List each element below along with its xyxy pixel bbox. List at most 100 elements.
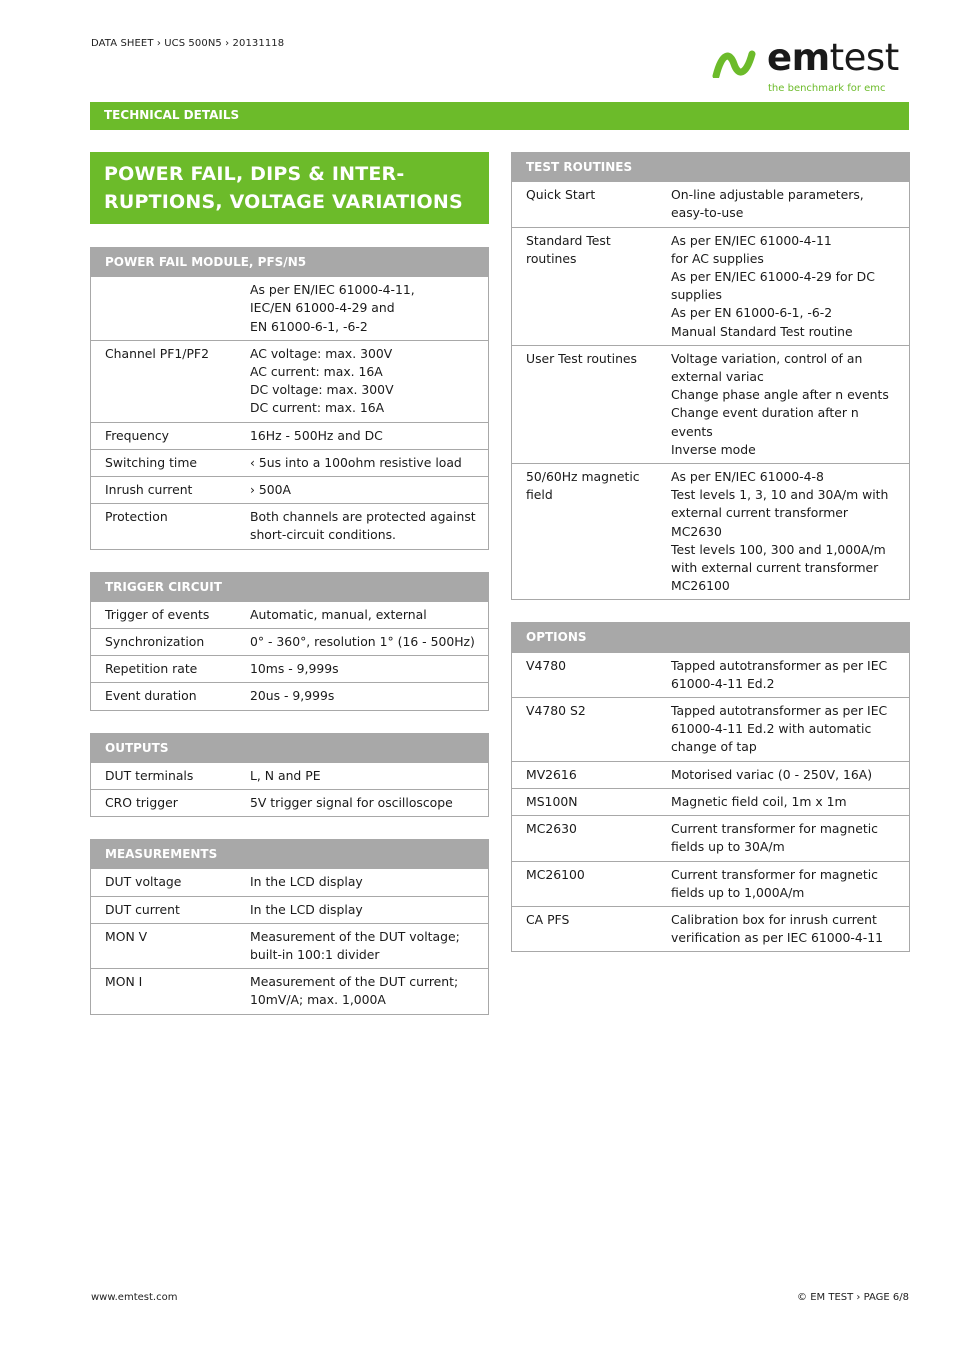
left-column: POWER FAIL MODULE, PFS/N5 As per EN/IEC 6… bbox=[90, 246, 489, 1015]
row-label: Channel PF1/PF2 bbox=[90, 339, 236, 423]
row-label: Event duration bbox=[90, 682, 236, 711]
spec-table-outputs: OUTPUTS DUT terminals L, N and PE CRO trigg… bbox=[90, 732, 489, 818]
logo-wordmark: emtest bbox=[767, 36, 899, 79]
row-label: V4780 bbox=[511, 651, 657, 699]
row-label: MV2616 bbox=[511, 760, 657, 789]
table-row: Standard Test routines As per EN/IEC 6100… bbox=[511, 226, 910, 346]
row-label: DUT current bbox=[90, 895, 236, 924]
row-value: L, N and PE bbox=[236, 761, 489, 791]
row-label: MON V bbox=[90, 922, 236, 970]
logo-tagline: the benchmark for emc bbox=[768, 83, 886, 94]
row-label: CA PFS bbox=[511, 905, 657, 953]
page-title: POWER FAIL, DIPS & INTER- RUPTIONS, VOLT… bbox=[104, 163, 463, 213]
table-row: DUT voltage In the LCD display bbox=[90, 868, 489, 897]
row-value: Magnetic field coil, 1m x 1m bbox=[657, 787, 910, 817]
table-heading: OUTPUTS bbox=[90, 732, 489, 763]
row-label: Frequency bbox=[90, 421, 236, 450]
row-label: MS100N bbox=[511, 787, 657, 817]
footer-page-info: © EM TEST › PAGE 6/8 bbox=[797, 1292, 909, 1303]
row-value: In the LCD display bbox=[236, 895, 489, 924]
row-value: AC voltage: max. 300V AC current: max. 1… bbox=[236, 339, 489, 423]
table-row: V4780 Tapped autotransformer as per IEC 6… bbox=[511, 651, 910, 699]
row-value: Voltage variation, control of an externa… bbox=[657, 344, 910, 465]
table-row: Synchronization 0° - 360°, resolution 1° … bbox=[90, 628, 489, 657]
spec-table-measurements: MEASUREMENTS DUT voltage In the LCD displa… bbox=[90, 839, 489, 1015]
row-value: Measurement of the DUT voltage; built-in… bbox=[236, 922, 489, 970]
emtest-logo: emtest the benchmark for emc bbox=[712, 38, 912, 100]
row-value: ‹ 5us into a 100ohm resistive load bbox=[236, 448, 489, 478]
footer-website: www.emtest.com bbox=[91, 1292, 178, 1303]
row-label: 50/60Hz magnetic field bbox=[511, 463, 657, 601]
table-row: Protection Both channels are protected ag… bbox=[90, 503, 489, 550]
row-label: Quick Start bbox=[511, 181, 657, 228]
wave-logo-icon bbox=[712, 50, 756, 78]
row-value: 20us - 9,999s bbox=[236, 682, 489, 711]
row-label: MC2630 bbox=[511, 815, 657, 862]
row-label: Inrush current bbox=[90, 476, 236, 505]
row-value: Both channels are protected against shor… bbox=[236, 503, 489, 550]
row-label: Switching time bbox=[90, 448, 236, 478]
right-column: TEST ROUTINES Quick Start On-line adjustab… bbox=[511, 151, 910, 953]
table-heading: OPTIONS bbox=[511, 622, 910, 653]
table-heading: MEASUREMENTS bbox=[90, 839, 489, 870]
table-row: 50/60Hz magnetic field As per EN/IEC 6100… bbox=[511, 463, 910, 601]
table-row: Frequency 16Hz - 500Hz and DC bbox=[90, 421, 489, 450]
section-bar-label: TECHNICAL DETAILS bbox=[104, 108, 240, 122]
table-row: MC2630 Current transformer for magnetic f… bbox=[511, 815, 910, 862]
row-label: Synchronization bbox=[90, 628, 236, 657]
row-value: Automatic, manual, external bbox=[236, 600, 489, 630]
row-label bbox=[90, 276, 236, 341]
row-value: Tapped autotransformer as per IEC 61000-… bbox=[657, 651, 910, 699]
table-row: Event duration 20us - 9,999s bbox=[90, 682, 489, 711]
table-row: Trigger of events Automatic, manual, exte… bbox=[90, 600, 489, 630]
breadcrumb: DATA SHEET › UCS 500N5 › 20131118 bbox=[91, 38, 285, 49]
row-value: Calibration box for inrush current verif… bbox=[657, 905, 910, 953]
row-label: MON I bbox=[90, 968, 236, 1015]
spec-table-test-routines: TEST ROUTINES Quick Start On-line adjustab… bbox=[511, 151, 910, 601]
row-value: 0° - 360°, resolution 1° (16 - 500Hz) bbox=[236, 628, 489, 657]
table-heading: POWER FAIL MODULE, PFS/N5 bbox=[90, 246, 489, 278]
table-row: V4780 S2 Tapped autotransformer as per IE… bbox=[511, 697, 910, 762]
row-value: 5V trigger signal for oscilloscope bbox=[236, 789, 489, 818]
row-value: As per EN/IEC 61000-4-8 Test levels 1, 3… bbox=[657, 463, 910, 601]
table-row: MS100N Magnetic field coil, 1m x 1m bbox=[511, 787, 910, 817]
table-row: Inrush current › 500A bbox=[90, 476, 489, 505]
table-row: CRO trigger 5V trigger signal for oscillo… bbox=[90, 789, 489, 818]
spec-table-power-fail-module-pfs-n5: POWER FAIL MODULE, PFS/N5 As per EN/IEC 6… bbox=[90, 246, 489, 550]
row-value: Tapped autotransformer as per IEC 61000-… bbox=[657, 697, 910, 762]
row-label: User Test routines bbox=[511, 344, 657, 465]
table-row: User Test routines Voltage variation, con… bbox=[511, 344, 910, 465]
row-value: Motorised variac (0 - 250V, 16A) bbox=[657, 760, 910, 789]
row-label: Protection bbox=[90, 503, 236, 550]
row-value: In the LCD display bbox=[236, 868, 489, 897]
row-label: CRO trigger bbox=[90, 789, 236, 818]
row-value: Current transformer for magnetic fields … bbox=[657, 815, 910, 862]
page-title-box: POWER FAIL, DIPS & INTER- RUPTIONS, VOLT… bbox=[90, 152, 489, 224]
table-row: MC26100 Current transformer for magnetic … bbox=[511, 860, 910, 907]
table-row: DUT terminals L, N and PE bbox=[90, 761, 489, 791]
table-row: CA PFS Calibration box for inrush current… bbox=[511, 905, 910, 953]
table-heading: TRIGGER CIRCUIT bbox=[90, 571, 489, 602]
table-row: Switching time ‹ 5us into a 100ohm resist… bbox=[90, 448, 489, 478]
spec-table-options: OPTIONS V4780 Tapped autotransformer as pe… bbox=[511, 622, 910, 953]
table-row: Channel PF1/PF2 AC voltage: max. 300V AC … bbox=[90, 339, 489, 423]
row-value: As per EN/IEC 61000-4-11, IEC/EN 61000-4… bbox=[236, 276, 489, 341]
row-label: DUT terminals bbox=[90, 761, 236, 791]
row-label: MC26100 bbox=[511, 860, 657, 907]
row-value: Measurement of the DUT current; 10mV/A; … bbox=[236, 968, 489, 1015]
row-value: 10ms - 9,999s bbox=[236, 655, 489, 684]
row-value: 16Hz - 500Hz and DC bbox=[236, 421, 489, 450]
section-bar: TECHNICAL DETAILS bbox=[90, 102, 909, 130]
table-row: MV2616 Motorised variac (0 - 250V, 16A) bbox=[511, 760, 910, 789]
table-row: As per EN/IEC 61000-4-11, IEC/EN 61000-4… bbox=[90, 276, 489, 341]
row-label: V4780 S2 bbox=[511, 697, 657, 762]
row-label: DUT voltage bbox=[90, 868, 236, 897]
row-label: Repetition rate bbox=[90, 655, 236, 684]
row-value: On-line adjustable parameters, easy-to-u… bbox=[657, 181, 910, 228]
row-value: › 500A bbox=[236, 476, 489, 505]
table-row: Quick Start On-line adjustable parameters… bbox=[511, 181, 910, 228]
row-label: Trigger of events bbox=[90, 600, 236, 630]
row-label: Standard Test routines bbox=[511, 226, 657, 346]
table-row: DUT current In the LCD display bbox=[90, 895, 489, 924]
table-row: Repetition rate 10ms - 9,999s bbox=[90, 655, 489, 684]
